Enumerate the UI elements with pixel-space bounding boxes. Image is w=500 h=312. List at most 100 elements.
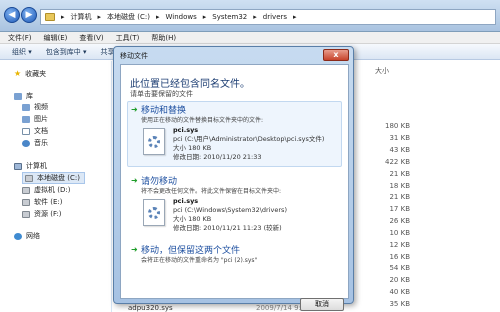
chevron-right-icon: ▸ bbox=[61, 13, 65, 21]
sidebar-item-label: 网络 bbox=[26, 232, 40, 240]
file-size: 43 KB bbox=[389, 146, 410, 154]
library-icon bbox=[14, 92, 22, 100]
dialog-body: 此位置已经包含同名文件。 请单击要保留的文件 ➜ 移动和替换 使用正在移动的文件… bbox=[120, 64, 349, 311]
file-date: 修改日期: 2010/11/20 21:33 bbox=[173, 153, 262, 161]
sidebar-item-videos[interactable]: 视频 bbox=[22, 102, 48, 112]
sidebar-item-drive-f[interactable]: 资源 (F:) bbox=[22, 209, 62, 219]
chevron-right-icon: ▸ bbox=[97, 13, 102, 21]
dialog-title: 移动文件 bbox=[120, 52, 148, 60]
back-arrow-icon[interactable]: ◀ bbox=[4, 7, 20, 23]
breadcrumb-computer[interactable]: 计算机 bbox=[71, 12, 92, 22]
option-description: 将不会更改任何文件。将此文件保留在目标文件夹中: bbox=[141, 188, 282, 195]
sidebar-item-documents[interactable]: 文档 bbox=[22, 126, 48, 136]
sidebar-item-label: 收藏夹 bbox=[25, 70, 47, 78]
file-size: 12 KB bbox=[389, 241, 410, 249]
star-icon: ★ bbox=[14, 69, 22, 78]
include-in-library-button[interactable]: 包含到库中 ▾ bbox=[46, 47, 87, 57]
organize-button[interactable]: 组织 ▾ bbox=[12, 47, 32, 57]
sidebar-item-label: 图片 bbox=[34, 115, 48, 123]
option-move-and-replace[interactable]: ➜ 移动和替换 使用正在移动的文件替换目标文件夹中的文件: pci.sys pc… bbox=[127, 101, 342, 167]
file-size: 35 KB bbox=[389, 300, 410, 308]
option-do-not-move[interactable]: ➜ 请勿移动 将不会更改任何文件。将此文件保留在目标文件夹中: pci.sys … bbox=[127, 172, 342, 236]
network-icon bbox=[14, 232, 22, 240]
file-size: 17 KB bbox=[389, 205, 410, 213]
menu-bar: 文件(F) 编辑(E) 查看(V) 工具(T) 帮助(H) bbox=[0, 32, 500, 44]
green-arrow-icon: ➜ bbox=[131, 176, 138, 185]
file-path: pci (C:\Windows\System32\drivers) bbox=[173, 206, 287, 214]
chevron-right-icon: ▸ bbox=[155, 13, 160, 21]
music-icon bbox=[22, 139, 30, 147]
sidebar-item-drive-e[interactable]: 软件 (E:) bbox=[22, 197, 62, 207]
breadcrumb-drivers[interactable]: drivers bbox=[263, 13, 287, 21]
file-name: pci.sys bbox=[173, 197, 199, 205]
menu-tools[interactable]: 工具(T) bbox=[116, 33, 140, 43]
file-size: 31 KB bbox=[389, 134, 410, 142]
file-path: pci (C:\用户\Administrator\Desktop\pci.sys… bbox=[173, 135, 325, 143]
breadcrumb-system32[interactable]: System32 bbox=[212, 13, 247, 21]
forward-arrow-icon[interactable]: ▶ bbox=[21, 7, 37, 23]
menu-file[interactable]: 文件(F) bbox=[8, 33, 32, 43]
sidebar-item-libraries[interactable]: 库 bbox=[14, 91, 33, 101]
move-file-dialog: 移动文件 x 此位置已经包含同名文件。 请单击要保留的文件 ➜ 移动和替换 使用… bbox=[113, 46, 354, 311]
menu-edit[interactable]: 编辑(E) bbox=[44, 33, 68, 43]
drive-icon bbox=[22, 198, 30, 206]
file-size: 10 KB bbox=[389, 229, 410, 237]
chevron-right-icon: ▸ bbox=[253, 13, 257, 21]
file-size: 54 KB bbox=[389, 264, 410, 272]
close-button[interactable]: x bbox=[323, 49, 349, 61]
file-date: 修改日期: 2010/11/21 11:23 (较新) bbox=[173, 224, 282, 232]
sidebar-item-label: 文档 bbox=[34, 127, 48, 135]
option-description: 会将正在移动的文件重命名为 "pci (2).sys" bbox=[141, 257, 258, 264]
sidebar-item-label: 音乐 bbox=[34, 139, 48, 147]
green-arrow-icon: ➜ bbox=[131, 245, 138, 254]
sidebar-item-pictures[interactable]: 图片 bbox=[22, 114, 48, 124]
menu-help[interactable]: 帮助(H) bbox=[151, 33, 176, 43]
system-file-icon bbox=[143, 199, 165, 226]
sidebar-item-label: 资源 (F:) bbox=[34, 210, 62, 218]
drive-icon bbox=[25, 174, 33, 182]
sidebar-item-network[interactable]: 网络 bbox=[14, 231, 40, 241]
breadcrumb-drive-c[interactable]: 本地磁盘 (C:) bbox=[107, 12, 150, 22]
sidebar-item-drive-d[interactable]: 虚拟机 (D:) bbox=[22, 185, 70, 195]
document-icon bbox=[22, 127, 30, 135]
file-size: 21 KB bbox=[389, 170, 410, 178]
file-details: pci.sys pci (C:\Windows\System32\drivers… bbox=[173, 197, 287, 233]
option-description: 使用正在移动的文件替换目标文件夹中的文件: bbox=[141, 117, 264, 124]
file-size: 18 KB bbox=[389, 182, 410, 190]
file-size: 40 KB bbox=[389, 288, 410, 296]
file-size: 20 KB bbox=[389, 276, 410, 284]
address-bar[interactable]: ▸ 计算机 ▸ 本地磁盘 (C:) ▸ Windows ▸ System32 ▸… bbox=[40, 9, 496, 25]
file-name: pci.sys bbox=[173, 126, 199, 134]
file-size: 大小 180 KB bbox=[173, 215, 212, 223]
sidebar-item-label: 虚拟机 (D:) bbox=[34, 186, 71, 194]
sidebar-item-drive-c[interactable]: 本地磁盘 (C:) bbox=[22, 172, 85, 184]
breadcrumb-windows[interactable]: Windows bbox=[165, 13, 196, 21]
file-size: 26 KB bbox=[389, 217, 410, 225]
picture-icon bbox=[22, 115, 30, 123]
drive-icon bbox=[22, 186, 30, 194]
file-size: 422 KB bbox=[385, 158, 410, 166]
menu-view[interactable]: 查看(V) bbox=[79, 33, 103, 43]
sidebar-item-music[interactable]: 音乐 bbox=[22, 138, 48, 148]
file-size: 16 KB bbox=[389, 253, 410, 261]
drive-icon bbox=[22, 210, 30, 218]
file-size: 21 KB bbox=[389, 193, 410, 201]
sidebar-item-favorites[interactable]: ★ 收藏夹 bbox=[14, 69, 46, 79]
chevron-right-icon: ▸ bbox=[202, 13, 207, 21]
sidebar-item-label: 软件 (E:) bbox=[34, 198, 63, 206]
sidebar-item-label: 视频 bbox=[34, 103, 48, 111]
sidebar-item-label: 计算机 bbox=[26, 162, 47, 170]
file-size: 大小 180 KB bbox=[173, 144, 212, 152]
chevron-right-icon: ▸ bbox=[293, 13, 297, 21]
computer-icon bbox=[14, 162, 22, 170]
sidebar-item-label: 库 bbox=[26, 92, 33, 100]
sidebar-item-label: 本地磁盘 (C:) bbox=[37, 174, 80, 182]
column-header-size[interactable]: 大小 bbox=[375, 66, 389, 76]
cancel-button[interactable]: 取消 bbox=[300, 298, 344, 311]
sidebar-item-computer[interactable]: 计算机 bbox=[14, 161, 47, 171]
explorer-titlebar: ◀ ▶ ▸ 计算机 ▸ 本地磁盘 (C:) ▸ Windows ▸ System… bbox=[0, 0, 500, 32]
file-name[interactable]: adpu320.sys bbox=[128, 304, 173, 312]
folder-icon bbox=[45, 13, 55, 21]
dialog-heading: 此位置已经包含同名文件。 bbox=[130, 79, 250, 90]
option-move-keep-both[interactable]: ➜ 移动，但保留这两个文件 会将正在移动的文件重命名为 "pci (2).sys… bbox=[127, 241, 342, 267]
